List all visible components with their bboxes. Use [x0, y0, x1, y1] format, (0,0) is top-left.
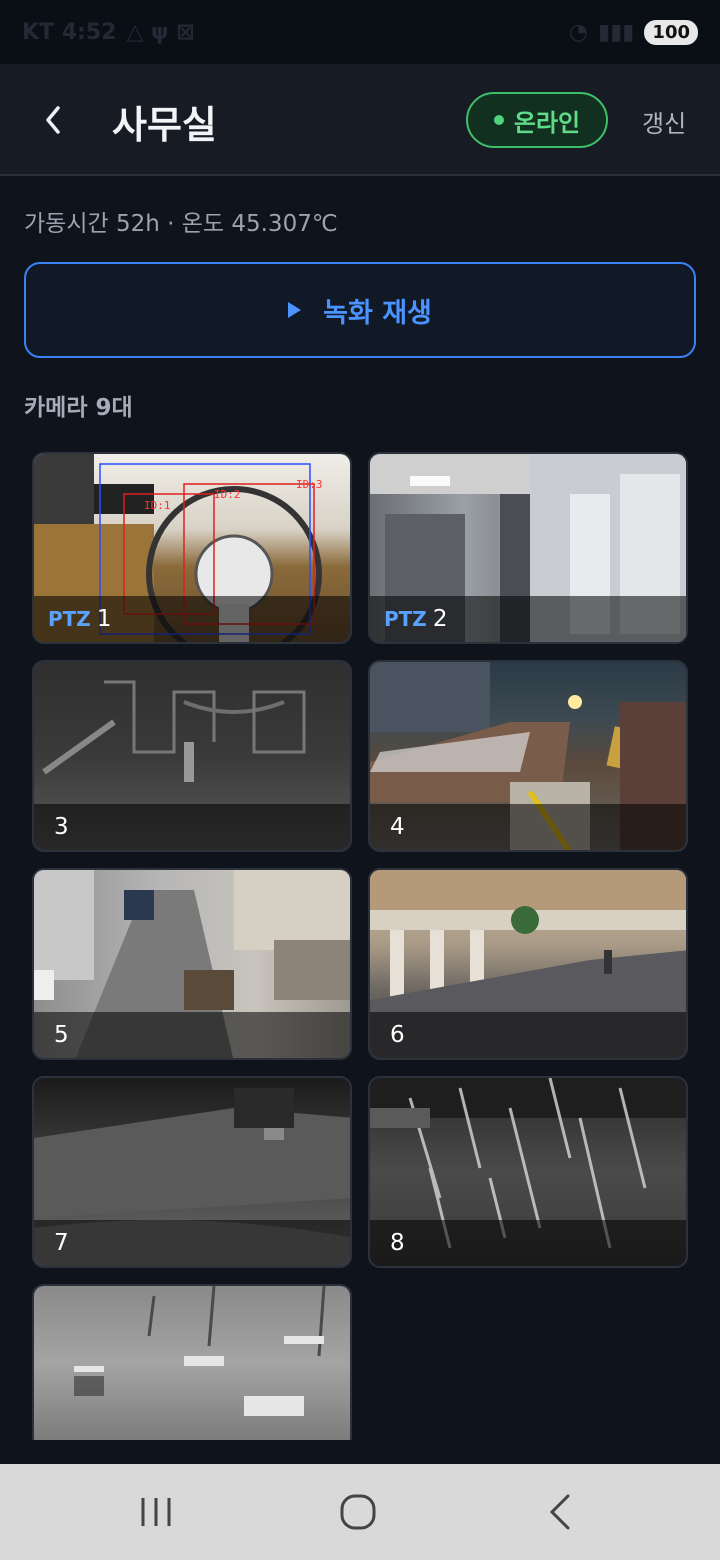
camera-number: 5	[54, 1022, 69, 1048]
ptz-label: PTZ	[48, 607, 91, 631]
record-playback-label: 녹화 재생	[323, 297, 432, 329]
camera-tile[interactable]: 5	[32, 868, 352, 1060]
recent-apps-button[interactable]	[126, 1486, 186, 1538]
battery-indicator: 100	[644, 19, 698, 45]
overlay-id-1: ID:1	[144, 499, 171, 512]
camera-number: 6	[390, 1022, 405, 1048]
camera-tile[interactable]: ID:1 ID:2 ID:3 PTZ 1	[32, 452, 352, 644]
status-right: ◔ ▮▮▮ 100	[568, 19, 698, 45]
camera-tile[interactable]: 8	[368, 1076, 688, 1268]
status-left: KT 4:52 △ ψ ⊠	[22, 20, 195, 45]
home-button[interactable]	[328, 1486, 388, 1538]
camera-number: 3	[54, 814, 69, 840]
camera-number: 1	[96, 606, 112, 632]
page-title: 사무실	[112, 103, 217, 147]
camera-number: 2	[432, 606, 448, 632]
system-nav-bar	[0, 1464, 720, 1560]
camera-caption: 6	[370, 1012, 686, 1058]
home-icon	[340, 1494, 376, 1530]
camera-caption: PTZ 1	[34, 596, 350, 642]
notification-icon: △ ψ ⊠	[126, 19, 195, 45]
camera-caption: 7	[34, 1220, 350, 1266]
status-badge: 온라인	[466, 92, 608, 148]
ptz-label: PTZ	[384, 607, 427, 631]
camera-caption: 4	[370, 804, 686, 850]
status-bar: KT 4:52 △ ψ ⊠ ◔ ▮▮▮ 100	[0, 0, 720, 64]
camera-feed-image	[74, 1286, 326, 1416]
camera-number: 7	[54, 1230, 69, 1256]
signal-icon: ▮▮▮	[598, 19, 635, 45]
camera-caption: 3	[34, 804, 350, 850]
header: 사무실 온라인 갱신	[0, 64, 720, 176]
system-back-button[interactable]	[530, 1486, 590, 1538]
camera-tile[interactable]: 3	[32, 660, 352, 852]
camera-number: 4	[390, 814, 405, 840]
camera-tile[interactable]: 6	[368, 868, 688, 1060]
back-button[interactable]	[34, 98, 74, 142]
camera-number: 8	[390, 1230, 405, 1256]
record-playback-button[interactable]: 녹화 재생	[24, 262, 696, 358]
carrier-time: KT 4:52	[22, 19, 117, 45]
camera-count: 카메라 9대	[24, 395, 133, 421]
status-badge-label: 온라인	[513, 108, 581, 137]
camera-caption: 5	[34, 1012, 350, 1058]
camera-caption: 8	[370, 1220, 686, 1266]
overlay-id-3: ID:3	[296, 478, 323, 491]
refresh-button[interactable]: 갱신	[642, 104, 686, 139]
camera-tile[interactable]: 4	[368, 660, 688, 852]
overlay-id-2: ID:2	[214, 488, 241, 501]
camera-tile[interactable]: 7	[32, 1076, 352, 1268]
chevron-left-icon	[46, 106, 60, 134]
wifi-icon: ◔	[568, 19, 589, 45]
back-icon	[549, 1494, 570, 1530]
camera-feed	[34, 1286, 350, 1440]
recent-apps-icon	[141, 1498, 171, 1526]
camera-tile[interactable]	[32, 1284, 352, 1440]
online-dot-icon	[493, 115, 504, 125]
camera-tile[interactable]: PTZ 2	[368, 452, 688, 644]
play-icon	[288, 302, 302, 318]
camera-caption: PTZ 2	[370, 596, 686, 642]
device-stats: 가동시간 52h · 온도 45.307℃	[24, 211, 338, 237]
